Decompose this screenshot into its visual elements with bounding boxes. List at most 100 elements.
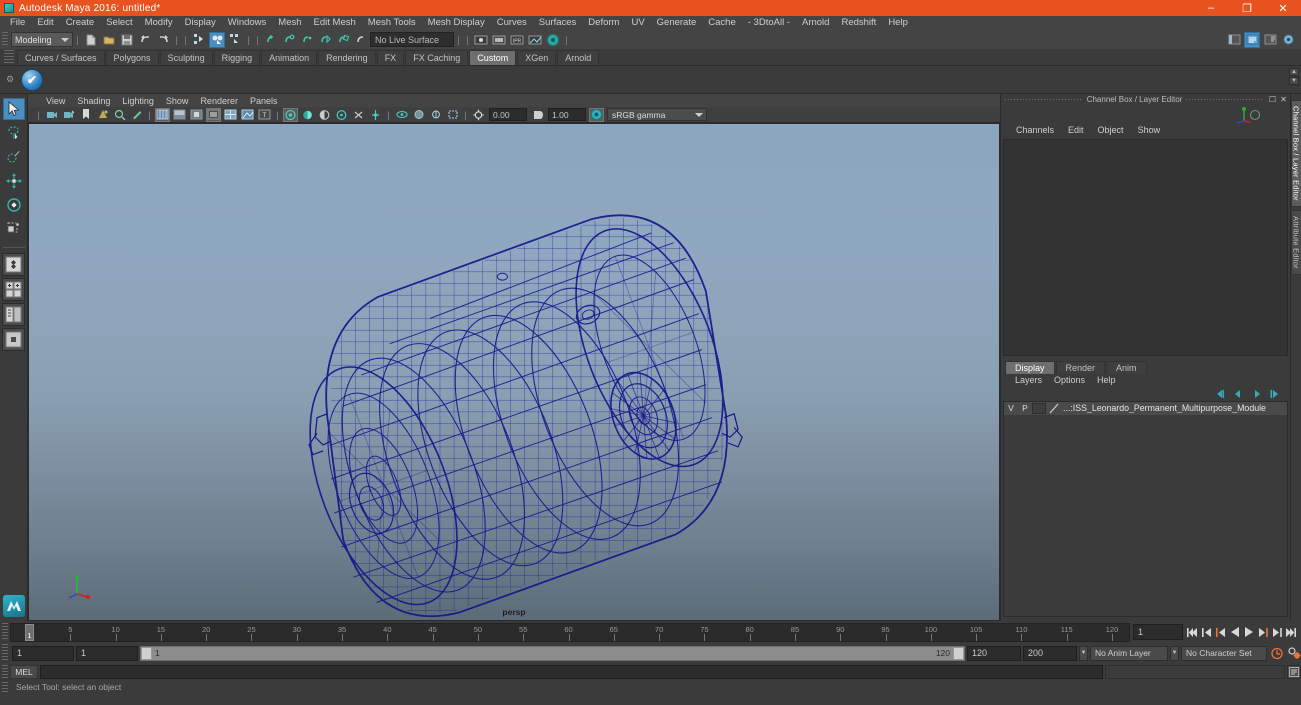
statusline-grip[interactable] [2,32,8,47]
go-to-start-button[interactable] [1186,624,1199,640]
live-surface-field[interactable]: No Live Surface [370,32,454,47]
shelf-options-icon[interactable]: ⚙ [4,74,16,86]
image-plane-icon[interactable] [95,108,110,122]
menu-item-redshift[interactable]: Redshift [835,16,882,30]
isolate-select-icon[interactable] [394,108,409,122]
textured-icon[interactable] [240,108,255,122]
snap-to-point-icon[interactable] [299,32,315,48]
hypershade-icon[interactable] [527,32,543,48]
select-by-hierarchy-icon[interactable] [191,32,207,48]
rotate-tool[interactable] [3,194,25,216]
show-hide-tool-settings-icon[interactable] [1280,32,1296,48]
select-tool[interactable] [2,98,25,120]
menu-item-windows[interactable]: Windows [222,16,273,30]
layer-editor-menu-layers[interactable]: Layers [1009,373,1048,387]
paint-select-tool[interactable] [3,146,25,168]
playback-options-chevron-icon[interactable]: ▼ [1079,645,1088,661]
wireframe-icon[interactable] [155,107,170,122]
new-scene-icon[interactable] [83,32,99,48]
lasso-select-tool[interactable] [3,122,25,144]
move-layer-up-fast-icon[interactable] [1214,388,1226,399]
menuset-selector[interactable]: Modeling [11,32,73,47]
layer-type-box[interactable] [1032,402,1046,414]
scale-tool[interactable] [3,218,25,240]
panel-menu-show[interactable]: Show [160,94,195,108]
show-hide-attribute-editor-icon[interactable] [1244,31,1260,48]
menu-item-cache[interactable]: Cache [702,16,741,30]
move-layer-down-icon[interactable] [1250,388,1262,399]
anim-end-field[interactable]: 200 [1023,645,1077,661]
show-hide-channel-box-icon[interactable] [1262,32,1278,48]
use-default-material-icon[interactable]: T [257,108,272,122]
shelf-scroll-down-icon[interactable]: ▼ [1289,77,1299,85]
range-bar[interactable]: 1 120 [140,645,965,661]
menu-item-mesh[interactable]: Mesh [272,16,307,30]
open-scene-icon[interactable] [101,32,117,48]
shelf-scroll-up-icon[interactable]: ▲ [1289,68,1299,76]
close-button[interactable]: ✕ [1265,0,1301,16]
perspective-viewport[interactable]: persp [28,123,1000,621]
script-editor-icon[interactable] [1287,664,1301,679]
exposure-field[interactable]: 0.00 [489,108,527,121]
two-d-pan-zoom-icon[interactable] [112,108,127,122]
smooth-shade-all-icon[interactable] [172,108,187,122]
panel-menu-renderer[interactable]: Renderer [194,94,244,108]
shelf-button-check[interactable]: ✔ [21,68,43,91]
panel-menu-lighting[interactable]: Lighting [116,94,160,108]
menu-item-curves[interactable]: Curves [491,16,533,30]
shelf-grip[interactable] [4,50,14,64]
undock-icon[interactable]: ☐ [1268,95,1277,104]
helpline-grip[interactable] [2,681,8,693]
menu-item-generate[interactable]: Generate [651,16,703,30]
shelf-tab-fx[interactable]: FX [376,50,405,65]
render-current-frame-icon[interactable] [473,32,489,48]
current-time-indicator[interactable]: 1 [25,623,34,641]
smooth-shade-selected-icon[interactable] [189,108,204,122]
play-forwards-button[interactable] [1242,624,1255,640]
character-set-field[interactable]: No Character Set [1181,645,1267,661]
go-to-end-button[interactable] [1284,624,1297,640]
drag-dots[interactable] [1005,99,1083,100]
undo-icon[interactable] [137,32,153,48]
ipr-render-icon[interactable] [491,32,507,48]
shelf-tab-arnold[interactable]: Arnold [557,50,600,65]
rangeslider-grip[interactable] [2,644,8,662]
panel-menu-panels[interactable]: Panels [244,94,284,108]
range-start-field[interactable]: 1 [76,645,138,661]
commandline-grip[interactable] [2,664,8,679]
snap-to-grid-icon[interactable] [263,32,279,48]
channelbox-menu-show[interactable]: Show [1131,123,1168,137]
channelbox-body[interactable] [1003,139,1288,356]
layout-single-perspective[interactable] [2,253,25,276]
timeslider-grip[interactable] [2,623,8,641]
shaded-wireframe-icon[interactable] [223,108,238,122]
table-row[interactable]: V P ...:ISS_Leonardo_Permanent_Multipurp… [1004,401,1287,416]
panel-menu-shading[interactable]: Shading [71,94,116,108]
menu-item-create[interactable]: Create [60,16,101,30]
menu-item-deform[interactable]: Deform [582,16,625,30]
command-language-label[interactable]: MEL [10,664,38,679]
anim-layer-chevron-icon[interactable]: ▼ [1170,645,1179,661]
shelf-tab-fx-caching[interactable]: FX Caching [405,50,469,65]
shelf-tab-xgen[interactable]: XGen [517,50,557,65]
step-back-frame-button[interactable] [1214,624,1227,640]
select-by-component-type-icon[interactable] [227,32,243,48]
menu-item-surfaces[interactable]: Surfaces [533,16,583,30]
use-all-lights-icon[interactable] [283,107,298,122]
command-input[interactable] [40,664,1103,679]
show-hide-toolbox-icon[interactable] [1226,32,1242,48]
multisample-icon[interactable] [351,108,366,122]
panel-menu-view[interactable]: View [40,94,71,108]
shelf-tab-curves-surfaces[interactable]: Curves / Surfaces [17,50,105,65]
layout-two-pane-side[interactable] [2,303,25,326]
shelf-tab-custom[interactable]: Custom [469,50,517,65]
bookmarks-icon[interactable] [78,108,93,122]
layout-four-view[interactable] [2,278,25,301]
range-end-field[interactable]: 120 [967,645,1021,661]
select-by-object-type-icon[interactable] [209,31,225,48]
dock-vtab-channel-box[interactable]: Channel Box / Layer Editor [1290,100,1301,207]
layer-playback-toggle[interactable]: P [1018,403,1032,413]
snap-to-curve-icon[interactable] [281,32,297,48]
shelf-tab-rendering[interactable]: Rendering [318,50,376,65]
redo-icon[interactable] [155,32,171,48]
